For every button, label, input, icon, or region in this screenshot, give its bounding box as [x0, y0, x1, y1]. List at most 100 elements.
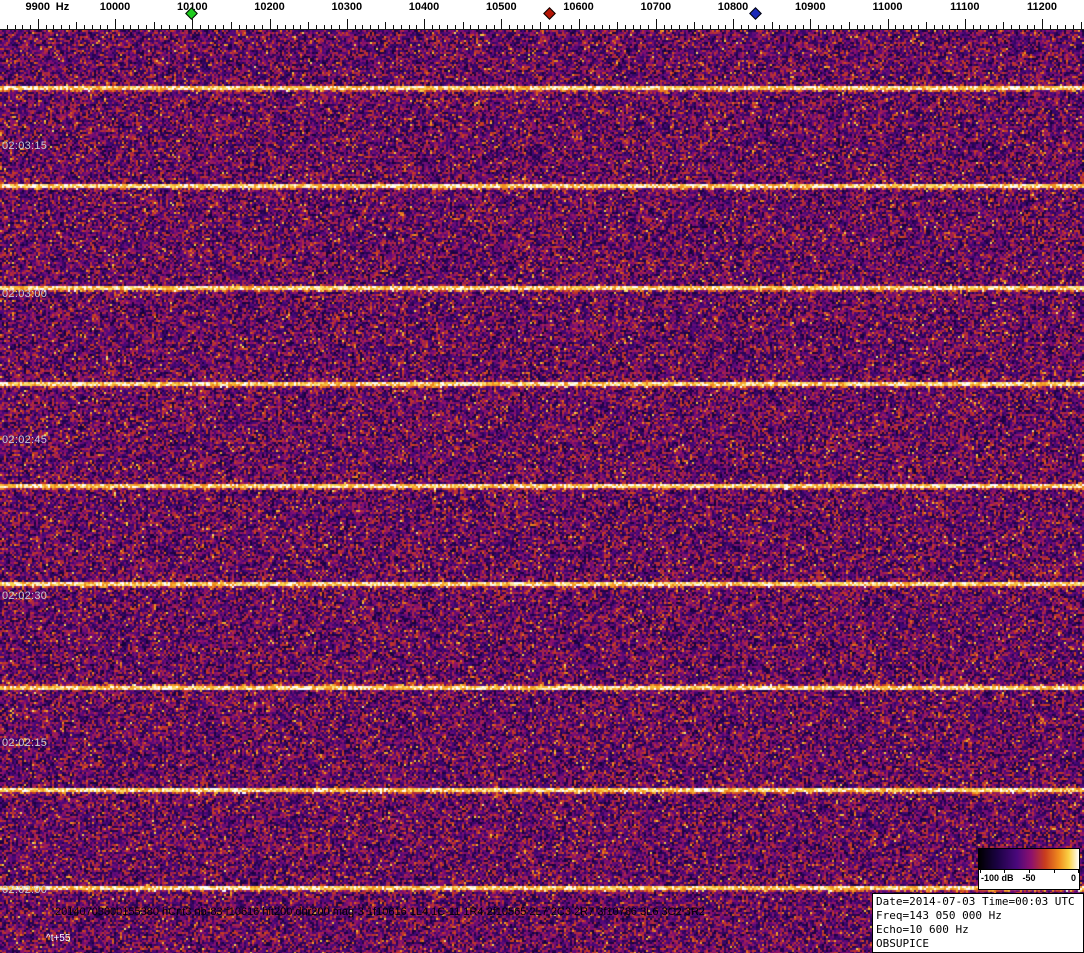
ruler-tick: [339, 25, 340, 29]
ruler-tick: [385, 22, 386, 29]
ruler-tick: [262, 25, 263, 29]
ruler-tick: [76, 22, 77, 29]
ruler-tick: [185, 25, 186, 29]
ruler-tick: [996, 25, 997, 29]
frequency-tick-label: 10400: [409, 1, 440, 13]
ruler-tick: [702, 25, 703, 29]
info-date-time: Date=2014-07-03 Time=00:03 UTC: [876, 895, 1080, 909]
ruler-tick: [432, 25, 433, 29]
ruler-tick: [942, 25, 943, 29]
ruler-tick: [401, 25, 402, 29]
info-station-name: OBSUPICE: [876, 937, 1080, 951]
ruler-tick: [571, 25, 572, 29]
ruler-tick: [146, 25, 147, 29]
ruler-tick: [911, 25, 912, 29]
frequency-tick-label: 10700: [641, 1, 672, 13]
ruler-tick: [810, 19, 811, 29]
frequency-tick-label: 10300: [332, 1, 363, 13]
ruler-tick: [169, 25, 170, 29]
ruler-tick: [46, 25, 47, 29]
ruler-tick: [347, 19, 348, 29]
ruler-tick: [447, 25, 448, 29]
ruler-tick: [7, 25, 8, 29]
scale-max-label: 0: [1071, 873, 1076, 883]
ruler-tick: [501, 19, 502, 29]
ruler-tick: [694, 22, 695, 29]
spectrogram-waterfall[interactable]: [0, 30, 1084, 953]
ruler-tick: [579, 19, 580, 29]
ruler-tick: [764, 25, 765, 29]
ruler-tick: [880, 25, 881, 29]
ruler-tick: [486, 25, 487, 29]
frequency-tick-label: 10600: [563, 1, 594, 13]
ruler-tick: [1042, 19, 1043, 29]
ruler-tick: [787, 25, 788, 29]
ruler-tick: [748, 25, 749, 29]
ruler-tick: [1019, 25, 1020, 29]
ruler-tick: [138, 25, 139, 29]
ruler-tick: [393, 25, 394, 29]
ruler-tick: [555, 25, 556, 29]
ruler-tick: [1034, 25, 1035, 29]
scale-tick: [1029, 870, 1030, 873]
scale-tick: [1078, 870, 1079, 873]
ruler-tick: [331, 25, 332, 29]
scale-label-row: -100 dB -50 0: [979, 870, 1079, 889]
frequency-ruler[interactable]: Hz 9900100001010010200103001040010500106…: [0, 0, 1084, 30]
ruler-tick: [833, 25, 834, 29]
ruler-tick: [826, 25, 827, 29]
ruler-tick: [524, 25, 525, 29]
ruler-tick: [671, 25, 672, 29]
ruler-tick: [633, 25, 634, 29]
frequency-tick-label: 10800: [718, 1, 749, 13]
ruler-tick: [609, 25, 610, 29]
ruler-tick: [246, 25, 247, 29]
ruler-tick: [115, 19, 116, 29]
ruler-tick: [84, 25, 85, 29]
ruler-tick: [215, 25, 216, 29]
ruler-tick: [949, 25, 950, 29]
ruler-tick: [154, 22, 155, 29]
ruler-tick: [270, 19, 271, 29]
ruler-tick: [849, 22, 850, 29]
ruler-tick: [424, 19, 425, 29]
ruler-tick: [795, 25, 796, 29]
ruler-tick: [818, 25, 819, 29]
ruler-tick: [973, 25, 974, 29]
ruler-tick: [378, 25, 379, 29]
ruler-tick: [772, 22, 773, 29]
observation-info-box: Date=2014-07-03 Time=00:03 UTC Freq=143 …: [872, 893, 1084, 953]
ruler-tick: [888, 19, 889, 29]
ruler-tick: [1081, 22, 1082, 29]
ruler-tick: [656, 19, 657, 29]
ruler-tick: [200, 25, 201, 29]
ruler-tick: [38, 19, 39, 29]
ruler-tick: [308, 22, 309, 29]
freq-marker-blue[interactable]: [749, 7, 762, 20]
ruler-tick: [903, 25, 904, 29]
ruler-tick: [324, 25, 325, 29]
frequency-tick-label: 10000: [100, 1, 131, 13]
ruler-tick: [563, 25, 564, 29]
freq-marker-red[interactable]: [543, 7, 556, 20]
scale-min-label: -100 dB: [981, 873, 1014, 883]
ruler-tick: [548, 25, 549, 29]
ruler-tick: [300, 25, 301, 29]
ruler-tick: [455, 25, 456, 29]
ruler-tick: [254, 25, 255, 29]
ruler-tick: [710, 25, 711, 29]
frequency-tick-label: 10200: [254, 1, 285, 13]
ruler-tick: [53, 25, 54, 29]
ruler-tick: [107, 25, 108, 29]
ruler-tick: [409, 25, 410, 29]
ruler-tick: [733, 19, 734, 29]
ruler-tick: [957, 25, 958, 29]
ruler-tick: [478, 25, 479, 29]
ruler-tick: [872, 25, 873, 29]
frequency-tick-label: 11200: [1027, 1, 1057, 13]
ruler-tick: [277, 25, 278, 29]
ruler-tick: [617, 22, 618, 29]
ruler-tick: [1065, 25, 1066, 29]
ruler-tick: [208, 25, 209, 29]
ruler-tick: [1057, 25, 1058, 29]
